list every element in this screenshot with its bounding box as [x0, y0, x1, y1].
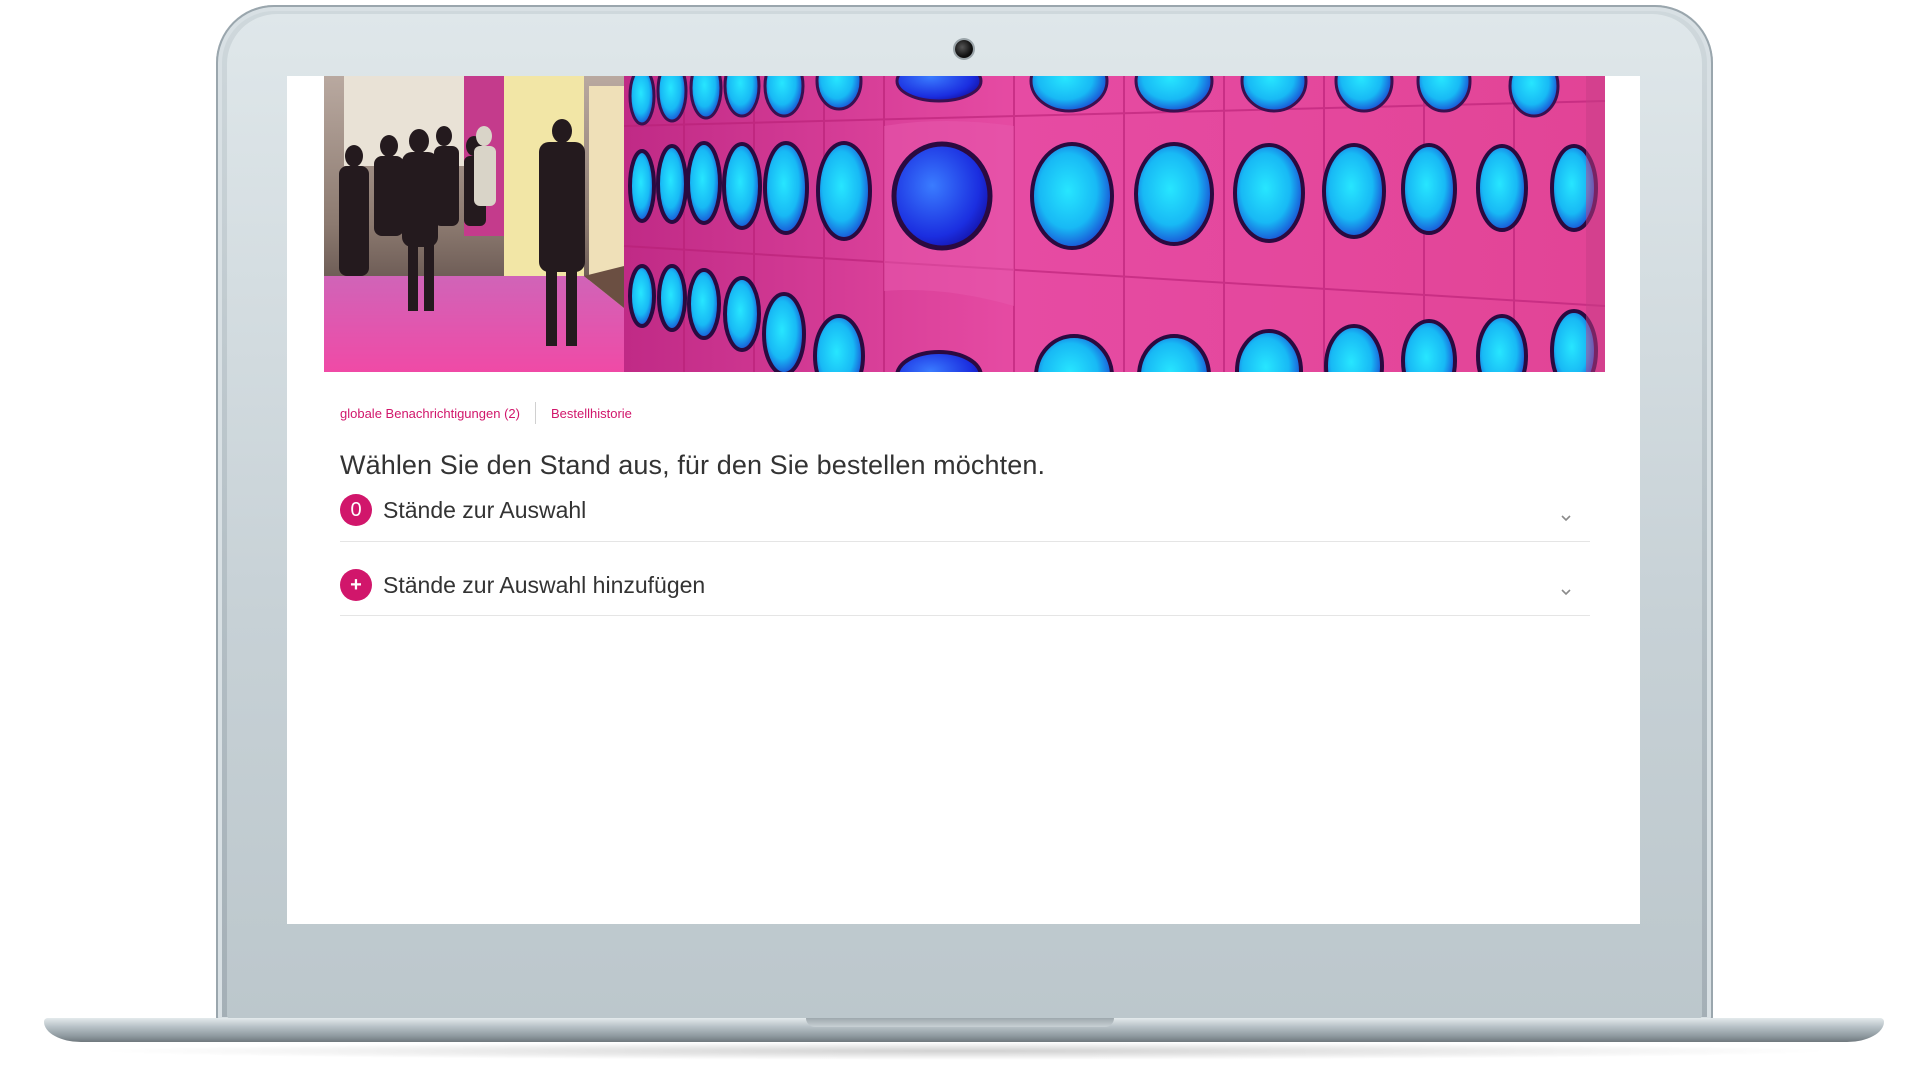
plus-icon: +	[340, 569, 372, 601]
global-notifications-link[interactable]: globale Benachrichtigungen (2)	[340, 406, 520, 421]
page-title: Wählen Sie den Stand aus, für den Sie be…	[340, 450, 1046, 480]
accordion-add-stands[interactable]: + Stände zur Auswahl hinzufügen	[340, 542, 1590, 616]
laptop-shadow	[90, 1042, 1840, 1060]
webcam-icon	[955, 40, 973, 58]
top-links: globale Benachrichtigungen (2) Bestellhi…	[340, 402, 632, 424]
accordion-label: Stände zur Auswahl	[383, 496, 587, 523]
accordion-header: + Stände zur Auswahl hinzufügen	[340, 569, 705, 601]
accordion-header: 0 Stände zur Auswahl	[340, 494, 586, 526]
link-divider	[534, 402, 536, 424]
screen: globale Benachrichtigungen (2) Bestellhi…	[287, 76, 1640, 924]
hero-banner-image	[324, 76, 1605, 372]
chevron-down-icon[interactable]	[1560, 586, 1572, 598]
count-badge: 0	[340, 494, 372, 526]
order-history-link[interactable]: Bestellhistorie	[551, 406, 632, 421]
chevron-down-icon[interactable]	[1560, 512, 1572, 524]
laptop-base-notch	[806, 1018, 1114, 1027]
accordion-label: Stände zur Auswahl hinzufügen	[383, 571, 706, 598]
laptop-frame: globale Benachrichtigungen (2) Bestellhi…	[0, 0, 1920, 1074]
accordion-stands-selection[interactable]: 0 Stände zur Auswahl	[340, 490, 1590, 542]
